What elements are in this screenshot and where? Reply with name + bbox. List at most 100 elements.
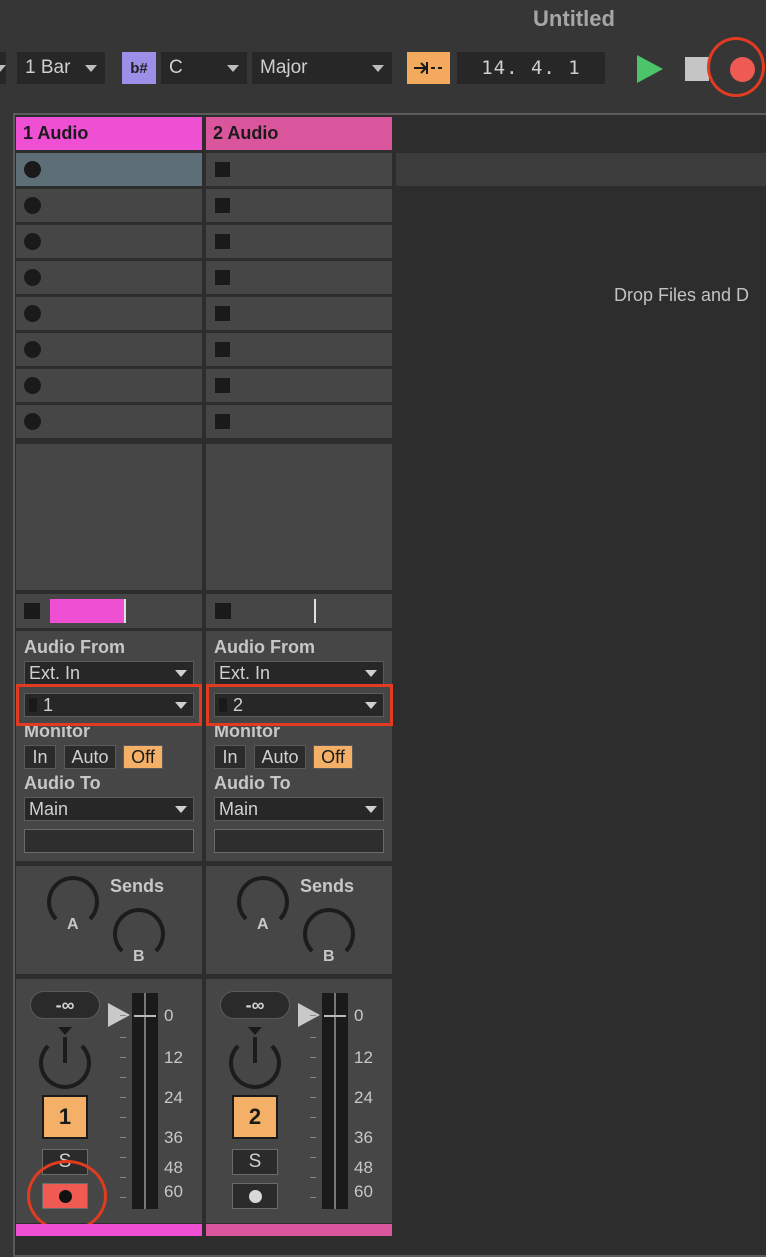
clip-slot[interactable] [16, 261, 202, 294]
volume-readout[interactable]: -∞ [220, 991, 290, 1019]
follow-button[interactable] [407, 52, 450, 84]
monitor-auto-button[interactable]: Auto [254, 745, 306, 769]
send-a-label: A [67, 916, 79, 933]
monitor-in-button[interactable]: In [214, 745, 246, 769]
clip-slot[interactable] [206, 153, 392, 186]
meter-scale-12: 12 [164, 1048, 183, 1067]
clip-slot[interactable] [16, 333, 202, 366]
quantize-dropdown[interactable]: 1 Bar [17, 52, 105, 84]
chevron-down-icon [372, 64, 384, 72]
input-type-dropdown[interactable]: Ext. In [214, 661, 384, 685]
track-activator-button[interactable]: 2 [232, 1095, 278, 1139]
clip-slots-track-2 [206, 153, 392, 438]
scale-mode-button[interactable]: b# [122, 52, 156, 84]
meter-scale-48: 48 [164, 1158, 183, 1177]
record-slot-icon [24, 233, 41, 250]
monitor-off-button[interactable]: Off [313, 745, 353, 769]
send-a-label: A [257, 916, 269, 933]
clip-slot[interactable] [206, 369, 392, 402]
record-slot-icon [24, 197, 41, 214]
monitor-in-button[interactable]: In [24, 745, 56, 769]
chevron-down-icon [85, 64, 97, 72]
audio-to-label: Audio To [24, 773, 101, 793]
output-dropdown[interactable]: Main [214, 797, 384, 821]
track-header-1[interactable]: 1 Audio [16, 117, 202, 150]
meter-scale-48: 48 [354, 1158, 373, 1177]
pan-pointer [253, 1037, 257, 1063]
input-type-dropdown[interactable]: Ext. In [24, 661, 194, 685]
stop-slot-icon [215, 414, 230, 429]
clip-slot[interactable] [16, 225, 202, 258]
clip-slot[interactable] [16, 405, 202, 438]
record-slot-icon [24, 269, 41, 286]
scale-dropdown[interactable]: Major [252, 52, 392, 84]
stop-all-icon[interactable] [24, 603, 40, 619]
meter-scale-12: 12 [354, 1048, 373, 1067]
stop-slot-icon [215, 198, 230, 213]
pan-pointer [63, 1037, 67, 1063]
send-b-label: B [323, 948, 335, 965]
playhead-marker [314, 599, 316, 623]
sends-section-1: Sends A B [16, 866, 202, 974]
solo-button[interactable]: S [232, 1149, 278, 1175]
sharp-flat-icon: b# [130, 59, 148, 77]
highlight-ring [707, 37, 765, 97]
arm-button[interactable] [232, 1183, 278, 1209]
volume-line [134, 1015, 156, 1017]
empty-slot-area [16, 444, 202, 590]
chevron-down-icon [365, 805, 377, 813]
output-channel-field[interactable] [214, 829, 384, 853]
output-dropdown[interactable]: Main [24, 797, 194, 821]
meter-scale-24: 24 [164, 1088, 183, 1107]
record-slot-icon [24, 305, 41, 322]
track-name: 1 Audio [23, 123, 89, 143]
clip-slot[interactable] [206, 405, 392, 438]
track-status-1 [16, 594, 202, 628]
sends-label: Sends [300, 876, 355, 896]
clip-slot[interactable] [16, 369, 202, 402]
key-root-dropdown[interactable]: C [161, 52, 247, 84]
stop-slot-icon [215, 162, 230, 177]
clip-slot[interactable] [16, 297, 202, 330]
clip-slot[interactable] [206, 333, 392, 366]
level-meter [322, 993, 348, 1209]
volume-readout[interactable]: -∞ [30, 991, 100, 1019]
stop-icon[interactable] [685, 57, 709, 81]
stop-slot-icon [215, 342, 230, 357]
clip-slot[interactable] [16, 153, 202, 186]
volume-line [324, 1015, 346, 1017]
key-root-value: C [169, 57, 183, 78]
track-header-2[interactable]: 2 Audio [206, 117, 392, 150]
highlight-box [16, 684, 202, 726]
io-section-2: Audio From Ext. In 2 Monitor In Auto Off… [206, 631, 392, 861]
meter-scale-60: 60 [354, 1182, 373, 1201]
mixer-section-2: -∞ 2 S 0 12 24 36 48 60 [206, 979, 392, 1223]
clip-slot[interactable] [206, 225, 392, 258]
track-color-strip-2 [206, 1224, 392, 1236]
clip-slot[interactable] [16, 189, 202, 222]
playhead-marker [124, 599, 126, 623]
stop-all-icon[interactable] [215, 603, 231, 619]
monitor-auto-button[interactable]: Auto [64, 745, 116, 769]
track-activator-button[interactable]: 1 [42, 1095, 88, 1139]
record-slot-icon [24, 377, 41, 394]
meter-scale-36: 36 [164, 1128, 183, 1147]
highlight-ring [27, 1160, 107, 1232]
scale-value: Major [260, 57, 308, 78]
volume-slider-handle[interactable] [298, 1003, 320, 1027]
song-position[interactable]: 14. 4. 1 [457, 52, 605, 84]
chevron-down-icon [227, 64, 239, 72]
play-icon[interactable] [637, 55, 663, 83]
clip-slot[interactable] [206, 261, 392, 294]
toolbar-partial-dropdown[interactable] [0, 52, 6, 84]
volume-slider-handle[interactable] [108, 1003, 130, 1027]
clip-slot[interactable] [206, 297, 392, 330]
output-channel-field[interactable] [24, 829, 194, 853]
monitor-off-button[interactable]: Off [123, 745, 163, 769]
track-color-strip-1 [16, 1224, 202, 1236]
meter-scale-36: 36 [354, 1128, 373, 1147]
stop-slot-icon [215, 270, 230, 285]
send-b-label: B [133, 948, 145, 965]
clip-slot[interactable] [206, 189, 392, 222]
record-slot-icon [24, 161, 41, 178]
